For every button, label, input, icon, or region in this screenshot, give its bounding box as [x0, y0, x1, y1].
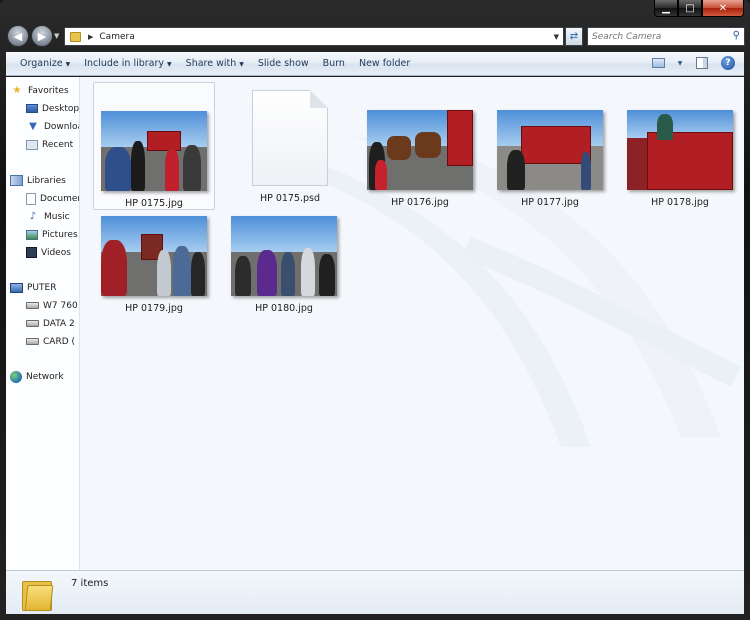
removable-drive-icon [26, 338, 39, 345]
file-name: HP 0178.jpg [651, 197, 709, 208]
nav-item-drive-card[interactable]: CARD ( [26, 334, 75, 349]
file-tile[interactable]: HP 0180.jpg [223, 188, 345, 316]
file-name: HP 0179.jpg [125, 303, 183, 314]
thumbnail-image [627, 110, 733, 190]
computer-icon [10, 282, 23, 293]
videos-icon [26, 247, 37, 258]
views-icon [651, 58, 665, 68]
item-count: 7 items [71, 578, 109, 589]
thumbnail-image [231, 216, 337, 296]
breadcrumb-camera[interactable]: Camera [99, 32, 134, 42]
recent-places-icon [26, 139, 38, 150]
nav-computer[interactable]: PUTER [10, 280, 56, 295]
caption-buttons: ▁ □ ✕ [654, 0, 744, 18]
file-list[interactable]: HP 0175.jpg HP 0175.psd HP 0176.jpg HP 0… [81, 77, 744, 570]
file-name: HP 0176.jpg [391, 197, 449, 208]
chevron-down-icon: ▼ [167, 61, 172, 68]
libraries-icon [10, 175, 23, 186]
nav-item-desktop[interactable]: Desktop [26, 101, 79, 116]
documents-icon [26, 192, 36, 205]
minimize-button[interactable]: ▁ [654, 0, 678, 17]
navigation-bar: ◀ ▶ ▼ ▶ Camera ▼ ⇄ ⚲ [4, 22, 746, 50]
nav-item-drive-data[interactable]: DATA 2 [26, 316, 75, 331]
explorer-window: ▁ □ ✕ ◀ ▶ ▼ ▶ Camera ▼ ⇄ ⚲ Organize▼ Inc… [0, 0, 750, 620]
nav-item-videos[interactable]: Videos [26, 245, 71, 260]
thumbnail-image [497, 110, 603, 190]
hard-drive-icon [26, 320, 39, 327]
maximize-button[interactable]: □ [678, 0, 702, 17]
desktop-icon [26, 104, 38, 113]
navigation-pane[interactable]: ★Favorites Desktop ▼Downloads Recent Lib… [6, 77, 80, 570]
file-name: HP 0180.jpg [255, 303, 313, 314]
organize-button[interactable]: Organize ▼ [20, 58, 70, 69]
recent-pages-dropdown[interactable]: ▼ [54, 32, 59, 40]
psd-document-icon [252, 90, 328, 186]
nav-libraries[interactable]: Libraries [10, 173, 66, 188]
search-icon[interactable]: ⚲ [733, 30, 740, 41]
burn-button[interactable]: Burn [323, 58, 345, 69]
view-options-dropdown[interactable]: ▼ [676, 55, 684, 71]
nav-item-recent[interactable]: Recent [26, 137, 73, 152]
file-tile[interactable]: HP 0179.jpg [93, 188, 215, 316]
help-icon: ? [721, 56, 735, 70]
minimize-icon: ▁ [662, 2, 670, 14]
address-bar[interactable]: ▶ Camera ▼ [64, 27, 564, 46]
command-bar: Organize ▼ Include in library ▼ Share with… [6, 52, 744, 76]
refresh-button[interactable]: ⇄ [565, 27, 583, 46]
file-tile[interactable]: HP 0178.jpg [619, 82, 741, 210]
slide-show-button[interactable]: Slide show [258, 58, 309, 69]
toolbar-right: ▼ ? [650, 55, 736, 71]
nav-item-downloads[interactable]: ▼Downloads [26, 119, 79, 134]
client-area: ★Favorites Desktop ▼Downloads Recent Lib… [6, 77, 744, 570]
network-icon [10, 370, 22, 383]
nav-item-music[interactable]: ♪ Music [26, 209, 70, 224]
forward-arrow-icon: ▶ [37, 29, 47, 43]
refresh-icon: ⇄ [569, 31, 579, 42]
folder-icon [22, 577, 54, 611]
nav-item-documents[interactable]: Documents [26, 191, 79, 206]
thumbnail-image [101, 216, 207, 296]
maximize-icon: □ [685, 2, 695, 14]
nav-item-pictures[interactable]: Pictures [26, 227, 78, 242]
forward-button[interactable]: ▶ [31, 25, 53, 47]
chevron-down-icon: ▼ [65, 61, 71, 68]
new-folder-button[interactable]: New folder [359, 58, 410, 69]
include-in-library-button[interactable]: Include in library ▼ [84, 58, 171, 69]
nav-item-drive-w7[interactable]: W7 760 [26, 298, 78, 313]
chevron-down-icon: ▼ [239, 61, 244, 68]
nav-network[interactable]: Network [10, 369, 64, 384]
hard-drive-icon [26, 302, 39, 309]
file-tile[interactable]: HP 0176.jpg [359, 82, 481, 210]
back-arrow-icon: ◀ [13, 29, 23, 43]
breadcrumb-separator-icon[interactable]: ▶ [88, 33, 93, 41]
change-view-button[interactable] [650, 55, 666, 71]
search-box[interactable]: ⚲ [587, 27, 745, 46]
preview-pane-button[interactable] [694, 55, 710, 71]
search-input[interactable] [592, 31, 722, 42]
star-icon: ★ [12, 85, 22, 96]
nav-favorites[interactable]: ★ Favorites [10, 83, 69, 98]
folder-icon [70, 31, 81, 42]
preview-pane-icon [696, 57, 708, 69]
help-button[interactable]: ? [720, 55, 736, 71]
thumbnail-image [367, 110, 473, 190]
download-icon: ▼ [29, 121, 37, 132]
address-history-dropdown[interactable]: ▼ [554, 33, 559, 41]
back-button[interactable]: ◀ [7, 25, 29, 47]
close-button[interactable]: ✕ [702, 0, 744, 17]
music-note-icon: ♪ [29, 211, 37, 222]
thumbnail-image [101, 111, 207, 191]
close-icon: ✕ [718, 2, 728, 14]
share-with-button[interactable]: Share with ▼ [186, 58, 244, 69]
file-name: HP 0177.jpg [521, 197, 579, 208]
details-pane: 7 items [6, 570, 744, 614]
file-tile[interactable]: HP 0177.jpg [489, 82, 611, 210]
pictures-icon [26, 229, 38, 240]
